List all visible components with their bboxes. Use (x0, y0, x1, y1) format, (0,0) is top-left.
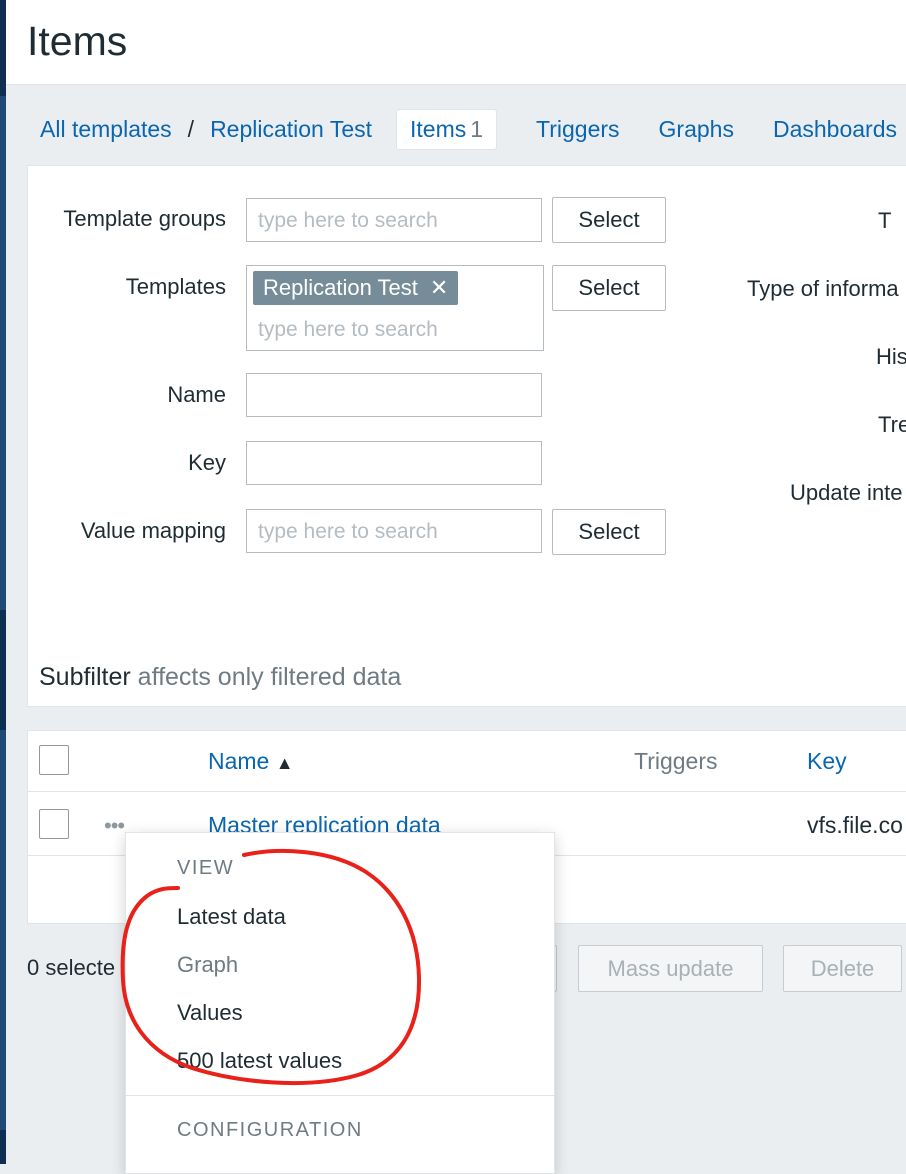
item-context-menu: VIEW Latest data Graph Values 500 latest… (125, 832, 555, 1174)
subfilter-note: affects only filtered data (137, 663, 402, 691)
tab-dashboards[interactable]: Dashboards (773, 116, 897, 143)
template-groups-input[interactable]: type here to search (246, 198, 542, 242)
name-input[interactable] (246, 373, 542, 417)
breadcrumb: All templates / Replication Test Items 1 … (40, 108, 897, 150)
selected-count: 0 selecte (27, 955, 116, 980)
update-interval-label: Update inte (790, 480, 903, 505)
menu-item-values[interactable]: Values (177, 1000, 243, 1026)
column-header-name-label: Name (208, 748, 270, 774)
breadcrumb-separator: / (187, 115, 195, 142)
tab-graphs[interactable]: Graphs (659, 116, 734, 143)
more-horizontal-icon[interactable]: ••• (104, 813, 125, 839)
menu-section-configuration: CONFIGURATION (177, 1119, 363, 1141)
breadcrumb-template[interactable]: Replication Test (210, 116, 372, 143)
filter-panel: Template groups type here to search Sele… (27, 165, 906, 583)
subfilter-panel: Subfilter affects only filtered data (27, 581, 906, 707)
template-groups-select-button[interactable]: Select (552, 197, 666, 243)
row-checkbox[interactable] (39, 809, 69, 839)
key-input[interactable] (246, 441, 542, 485)
tab-items[interactable]: Items 1 (396, 108, 498, 150)
value-mapping-input[interactable]: type here to search (246, 509, 542, 553)
subfilter-title: Subfilter (39, 663, 131, 691)
page-title: Items (27, 18, 128, 64)
column-header-key[interactable]: Key (807, 748, 847, 775)
breadcrumb-all-templates[interactable]: All templates (40, 116, 172, 143)
tab-triggers[interactable]: Triggers (536, 116, 620, 143)
menu-section-view: VIEW (177, 857, 235, 879)
mass-update-button[interactable]: Mass update (578, 945, 763, 992)
column-header-triggers: Triggers (634, 748, 718, 774)
templates-multiselect[interactable]: Replication Test ✕ type here to search (246, 265, 544, 351)
subfilter-heading: Subfilter affects only filtered data (39, 663, 401, 692)
delete-button[interactable]: Delete (783, 945, 902, 992)
tab-items-label: Items (410, 115, 467, 142)
sidebar-segment (0, 610, 6, 730)
value-mapping-select-button[interactable]: Select (552, 509, 666, 555)
column-header-name[interactable]: Name ▲ (208, 748, 294, 775)
template-groups-label: Template groups (63, 206, 226, 231)
template-chip: Replication Test ✕ (253, 271, 459, 305)
menu-divider (126, 1095, 554, 1096)
value-mapping-label: Value mapping (80, 518, 226, 543)
menu-item-graph: Graph (177, 952, 239, 977)
close-icon[interactable]: ✕ (430, 275, 448, 300)
sidebar-segment (0, 1130, 6, 1164)
history-label: His (876, 344, 906, 369)
header-divider (28, 791, 906, 792)
key-label: Key (188, 450, 226, 475)
templates-select-button[interactable]: Select (552, 265, 666, 311)
right-filter-label: T (878, 208, 892, 233)
select-all-checkbox[interactable] (39, 745, 69, 775)
templates-search-input[interactable]: type here to search (258, 318, 438, 342)
menu-item-500-latest-values[interactable]: 500 latest values (177, 1048, 342, 1074)
tab-items-count: 1 (470, 115, 484, 142)
sidebar-edge (0, 0, 6, 1164)
trends-label: Tre (878, 412, 906, 437)
sort-asc-icon: ▲ (275, 753, 294, 773)
page-header: Items (6, 0, 906, 85)
template-chip-label: Replication Test (263, 275, 418, 300)
item-key: vfs.file.co (807, 812, 903, 838)
name-label: Name (167, 382, 226, 407)
templates-label: Templates (125, 274, 226, 299)
menu-item-latest-data[interactable]: Latest data (177, 904, 286, 930)
type-of-information-label: Type of informa (747, 276, 899, 301)
